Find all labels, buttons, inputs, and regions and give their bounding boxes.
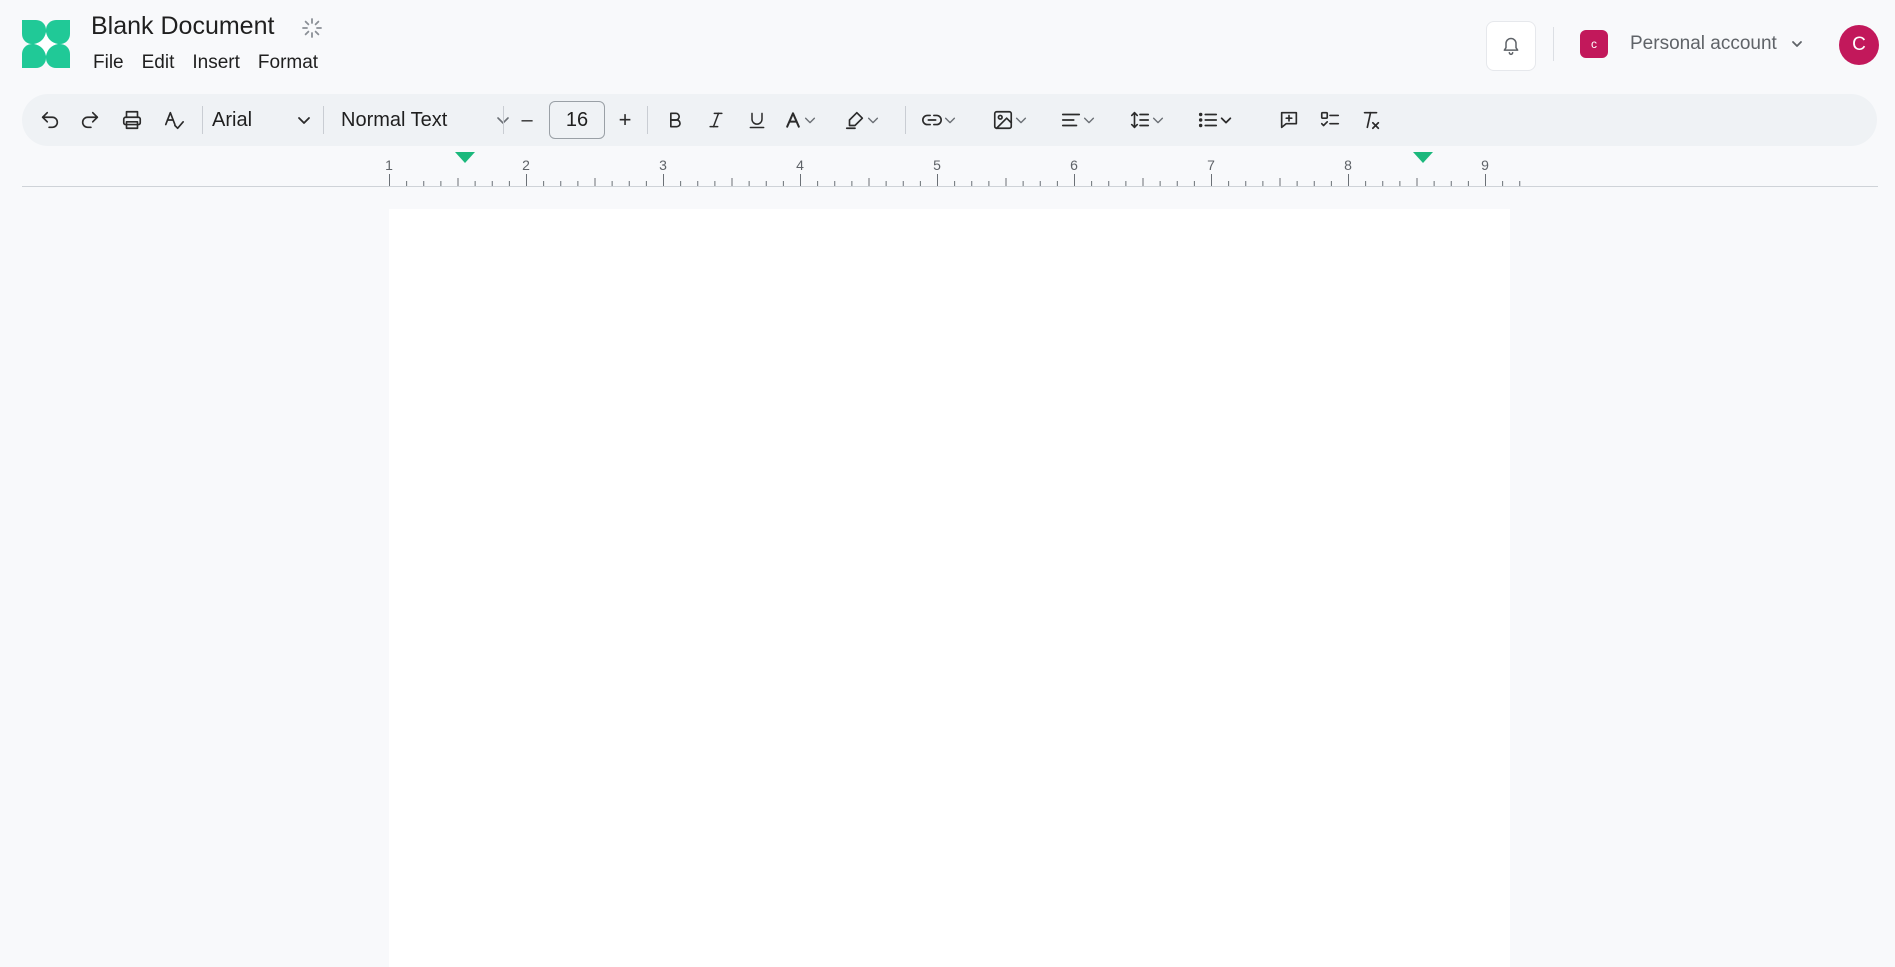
ruler-number: 9 xyxy=(1481,157,1489,173)
app-header: Blank Document File Edit Insert Format c… xyxy=(0,0,1895,88)
text-align-button[interactable] xyxy=(1055,94,1101,146)
ruler-number: 2 xyxy=(522,157,530,173)
formatting-toolbar: Arial Normal Text – + xyxy=(22,94,1877,146)
align-left-icon xyxy=(1061,113,1081,127)
printer-icon xyxy=(122,110,142,130)
bulleted-list-icon xyxy=(1198,112,1218,128)
menu-insert[interactable]: Insert xyxy=(183,50,249,76)
menu-format[interactable]: Format xyxy=(249,50,327,76)
text-color-button[interactable] xyxy=(780,94,820,146)
highlighter-icon xyxy=(845,111,864,130)
ruler-number: 5 xyxy=(933,157,941,173)
font-family-select[interactable]: Arial xyxy=(212,94,312,146)
menu-bar: File Edit Insert Format xyxy=(84,50,327,76)
bold-button[interactable] xyxy=(658,94,692,146)
highlight-color-button[interactable] xyxy=(840,94,884,146)
menu-edit[interactable]: Edit xyxy=(133,50,184,76)
line-spacing-button[interactable] xyxy=(1124,94,1170,146)
bulleted-list-button[interactable] xyxy=(1192,94,1238,146)
chevron-down-icon xyxy=(804,117,816,124)
chevron-down-icon xyxy=(1152,117,1164,124)
clear-formatting-icon xyxy=(1363,111,1380,130)
ruler-number: 7 xyxy=(1207,157,1215,173)
toolbar-divider xyxy=(503,106,504,134)
line-spacing-icon xyxy=(1130,111,1150,129)
checklist-button[interactable] xyxy=(1313,94,1347,146)
link-icon xyxy=(922,114,942,126)
chevron-down-icon xyxy=(1791,41,1802,47)
text-style-select[interactable]: Normal Text xyxy=(319,94,511,146)
right-indent-marker-icon[interactable] xyxy=(1413,152,1433,164)
increase-font-size-button[interactable]: + xyxy=(610,94,640,146)
ruler-baseline xyxy=(22,186,1878,187)
underline-icon xyxy=(749,112,765,129)
horizontal-ruler[interactable]: 1 2 3 4 5 6 7 8 9 xyxy=(22,152,1878,188)
bold-icon xyxy=(670,112,681,128)
logo-icon[interactable] xyxy=(22,20,70,68)
left-indent-marker-icon[interactable] xyxy=(455,152,475,164)
insert-image-button[interactable] xyxy=(987,94,1033,146)
undo-icon xyxy=(41,111,59,129)
insert-link-button[interactable] xyxy=(916,94,962,146)
spellcheck-icon xyxy=(164,111,184,130)
ruler-number: 1 xyxy=(385,157,393,173)
add-comment-button[interactable] xyxy=(1272,94,1306,146)
menu-file[interactable]: File xyxy=(84,50,133,76)
redo-icon xyxy=(81,111,99,129)
ruler-number: 4 xyxy=(796,157,804,173)
text-style-value: Normal Text xyxy=(341,108,448,131)
undo-button[interactable] xyxy=(32,94,68,146)
chevron-down-icon xyxy=(1015,117,1027,124)
decrease-font-size-button[interactable]: – xyxy=(512,94,542,146)
account-badge: c xyxy=(1580,30,1608,58)
bell-icon xyxy=(1503,37,1519,56)
ruler-number: 3 xyxy=(659,157,667,173)
redo-button[interactable] xyxy=(72,94,108,146)
checklist-icon xyxy=(1320,111,1340,127)
chevron-down-icon xyxy=(1083,117,1095,124)
toolbar-divider xyxy=(647,106,648,134)
ruler-number: 6 xyxy=(1070,157,1078,173)
chevron-down-icon xyxy=(298,117,310,124)
italic-button[interactable] xyxy=(699,94,733,146)
ruler-ticks xyxy=(389,174,1521,186)
document-page[interactable] xyxy=(389,209,1510,967)
account-name: Personal account xyxy=(1630,33,1777,54)
text-color-icon xyxy=(786,112,800,128)
underline-button[interactable] xyxy=(740,94,774,146)
clear-formatting-button[interactable] xyxy=(1354,94,1388,146)
font-size-input[interactable] xyxy=(549,101,605,139)
toolbar-divider xyxy=(202,106,203,134)
print-button[interactable] xyxy=(114,94,150,146)
font-family-value: Arial xyxy=(212,108,253,131)
header-divider xyxy=(1553,27,1554,61)
image-icon xyxy=(993,110,1013,130)
italic-icon xyxy=(709,112,723,128)
loading-spinner-icon xyxy=(302,18,322,38)
add-comment-icon xyxy=(1280,111,1298,129)
user-avatar[interactable]: C xyxy=(1839,25,1879,65)
toolbar-divider xyxy=(905,106,906,134)
chevron-down-icon xyxy=(867,117,879,124)
chevron-down-icon xyxy=(944,117,956,124)
notifications-button[interactable] xyxy=(1486,21,1536,71)
ruler-number: 8 xyxy=(1344,157,1352,173)
spellcheck-button[interactable] xyxy=(156,94,192,146)
account-switcher[interactable]: c Personal account xyxy=(1580,30,1805,58)
document-title[interactable]: Blank Document xyxy=(91,12,274,41)
chevron-down-icon xyxy=(1220,117,1232,124)
